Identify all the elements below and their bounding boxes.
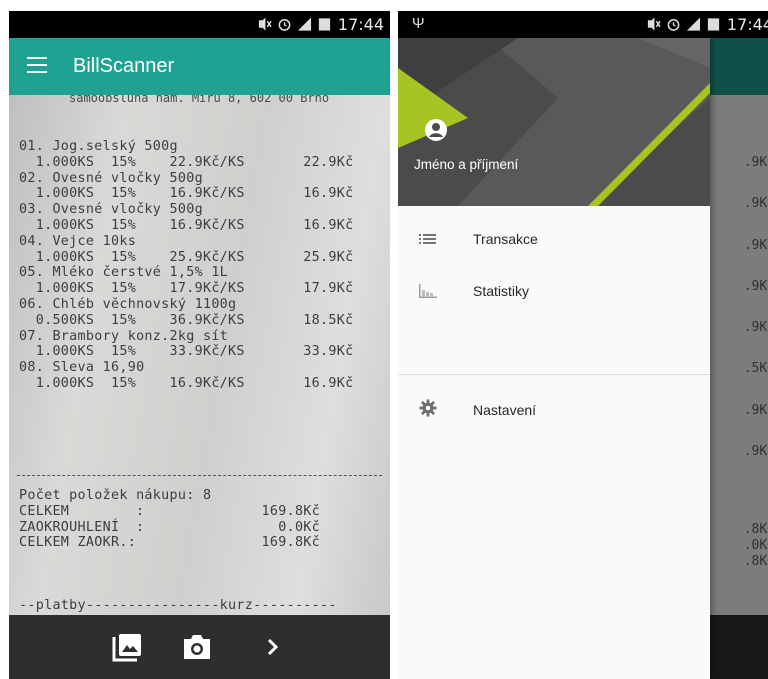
battery-icon (707, 18, 720, 31)
receipt-footer: --platby----------------kurz---------- (19, 598, 337, 613)
gear-icon (419, 399, 437, 417)
dimmed-value: .9Kč (743, 444, 768, 460)
receipt-totals: Počet položek nákupu: 8 CELKEM : 169.8Kč… (19, 488, 321, 551)
camera-button[interactable] (181, 632, 213, 662)
app-title: BillScanner (73, 55, 175, 77)
drawer-screen: Ψ 17:44 .9Kč .9Kč .9Kč .9Kč .9Kč .5Kč .9… (398, 11, 768, 679)
usb-icon: Ψ (412, 15, 425, 32)
dimmed-value: .9Kč (743, 155, 768, 170)
nav-label: Transakce (473, 231, 538, 247)
dimmed-value: .9Kč (743, 196, 768, 212)
dimmed-value: .9Kč (743, 320, 768, 336)
receipt-items: 01. Jog.selský 500g 1.000KS 15% 22.9Kč/K… (19, 139, 354, 391)
receipt-divider (17, 475, 382, 476)
battery-icon (318, 18, 331, 31)
mute-icon (258, 17, 272, 31)
alarm-icon (278, 19, 291, 31)
clock: 17:44 (337, 15, 384, 34)
list-icon (419, 234, 436, 244)
avatar-icon[interactable] (424, 118, 448, 142)
signal-icon (297, 17, 312, 31)
signal-icon (686, 17, 701, 31)
status-icons (257, 17, 332, 31)
drawer-header: Jméno a příjmení (398, 38, 710, 206)
mute-icon (647, 17, 661, 31)
nav-item-nastaveni[interactable]: Nastavení (398, 385, 710, 437)
bottom-bar (9, 615, 390, 679)
bar-chart-icon (419, 284, 437, 298)
navigation-drawer: Jméno a příjmení Transakce Statistiky Na… (398, 38, 710, 679)
nav-label: Nastavení (473, 402, 537, 418)
receipt-header: samoobsluha nam. Miru 8, 602 00 Brno (69, 95, 330, 105)
dimmed-value: .9Kč (743, 278, 768, 294)
status-bar: 17:44 (9, 11, 390, 38)
nav-label: Statistiky (473, 283, 530, 299)
user-name: Jméno a příjmení (414, 157, 519, 172)
dimmed-value: .5Kč (743, 361, 768, 377)
clock: 17:44 (726, 15, 768, 34)
alarm-icon (667, 19, 680, 31)
next-button[interactable] (257, 632, 289, 662)
dimmed-value: .9Kč (743, 237, 768, 253)
menu-icon[interactable] (27, 57, 47, 73)
main-screen: 17:44 BillScanner samoobsluha nam. Miru … (9, 11, 390, 679)
status-bar: Ψ 17:44 (398, 11, 768, 38)
dimmed-value: .9Kč (743, 402, 768, 418)
app-bar: BillScanner (9, 38, 390, 95)
nav-item-transakce[interactable]: Transakce (398, 214, 710, 266)
dimmed-receipt-values: .9Kč .9Kč .9Kč .9Kč .9Kč .5Kč .9Kč .9Kč (744, 155, 768, 485)
nav-item-statistiky[interactable]: Statistiky (398, 266, 710, 318)
receipt-preview: samoobsluha nam. Miru 8, 602 00 Brno 01.… (9, 95, 390, 615)
status-icons (646, 17, 721, 31)
drawer-divider (398, 374, 710, 375)
gallery-button[interactable] (111, 632, 143, 662)
dimmed-totals: .8Kč .0Kč .8Kč (743, 522, 768, 569)
